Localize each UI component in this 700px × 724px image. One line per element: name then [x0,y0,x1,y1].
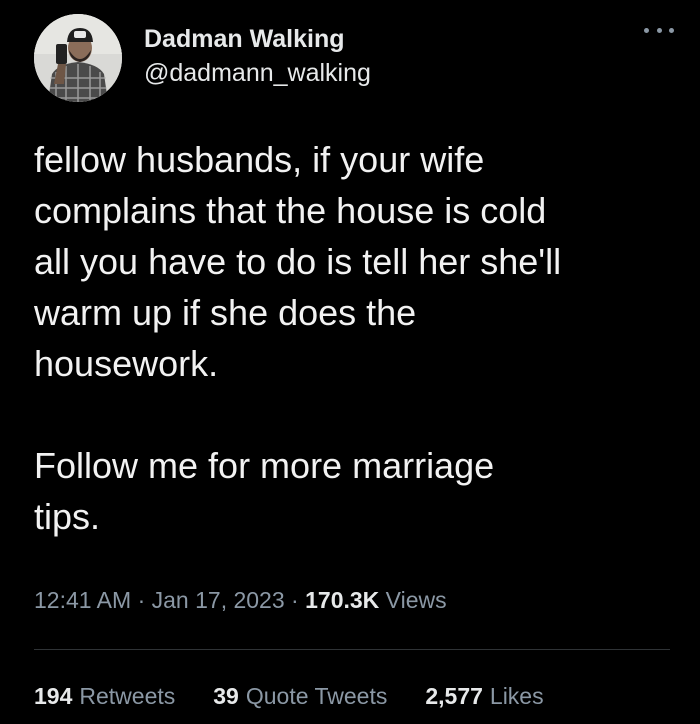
quote-tweets-stat[interactable]: 39 Quote Tweets [213,680,387,712]
display-name[interactable]: Dadman Walking [144,24,371,54]
user-handle[interactable]: @dadmann_walking [144,58,371,88]
more-dot [644,27,649,33]
meta-separator: · [137,587,146,613]
retweets-label: Retweets [79,683,176,709]
retweets-stat[interactable]: 194 Retweets [34,680,175,712]
avatar[interactable] [34,14,122,102]
tweet-meta: 12:41 AM · Jan 17, 2023 · 170.3K Views [34,584,447,616]
tweet-date[interactable]: Jan 17, 2023 [152,587,285,613]
quote-tweets-label: Quote Tweets [245,683,388,709]
engagement-stats: 194 Retweets 39 Quote Tweets 2,577 Likes [34,680,544,712]
more-dot [669,27,674,33]
avatar-photo [34,14,122,102]
tweet: Dadman Walking @dadmann_walking fellow h… [0,0,700,724]
tweet-header: Dadman Walking @dadmann_walking [34,14,674,106]
more-dot [656,27,662,33]
tweet-time[interactable]: 12:41 AM [34,587,131,613]
more-horizontal-icon[interactable] [644,20,674,40]
views-label: Views [385,587,447,613]
meta-separator: · [291,587,299,613]
user-names: Dadman Walking @dadmann_walking [144,24,371,88]
retweets-count: 194 [34,683,73,709]
likes-label: Likes [489,683,544,709]
tweet-text: fellow husbands, if your wife complains … [34,139,562,537]
divider [34,649,670,650]
quote-tweets-count: 39 [213,683,239,709]
likes-stat[interactable]: 2,577 Likes [425,680,543,712]
likes-count: 2,577 [425,683,483,709]
views-count: 170.3K [305,587,380,613]
